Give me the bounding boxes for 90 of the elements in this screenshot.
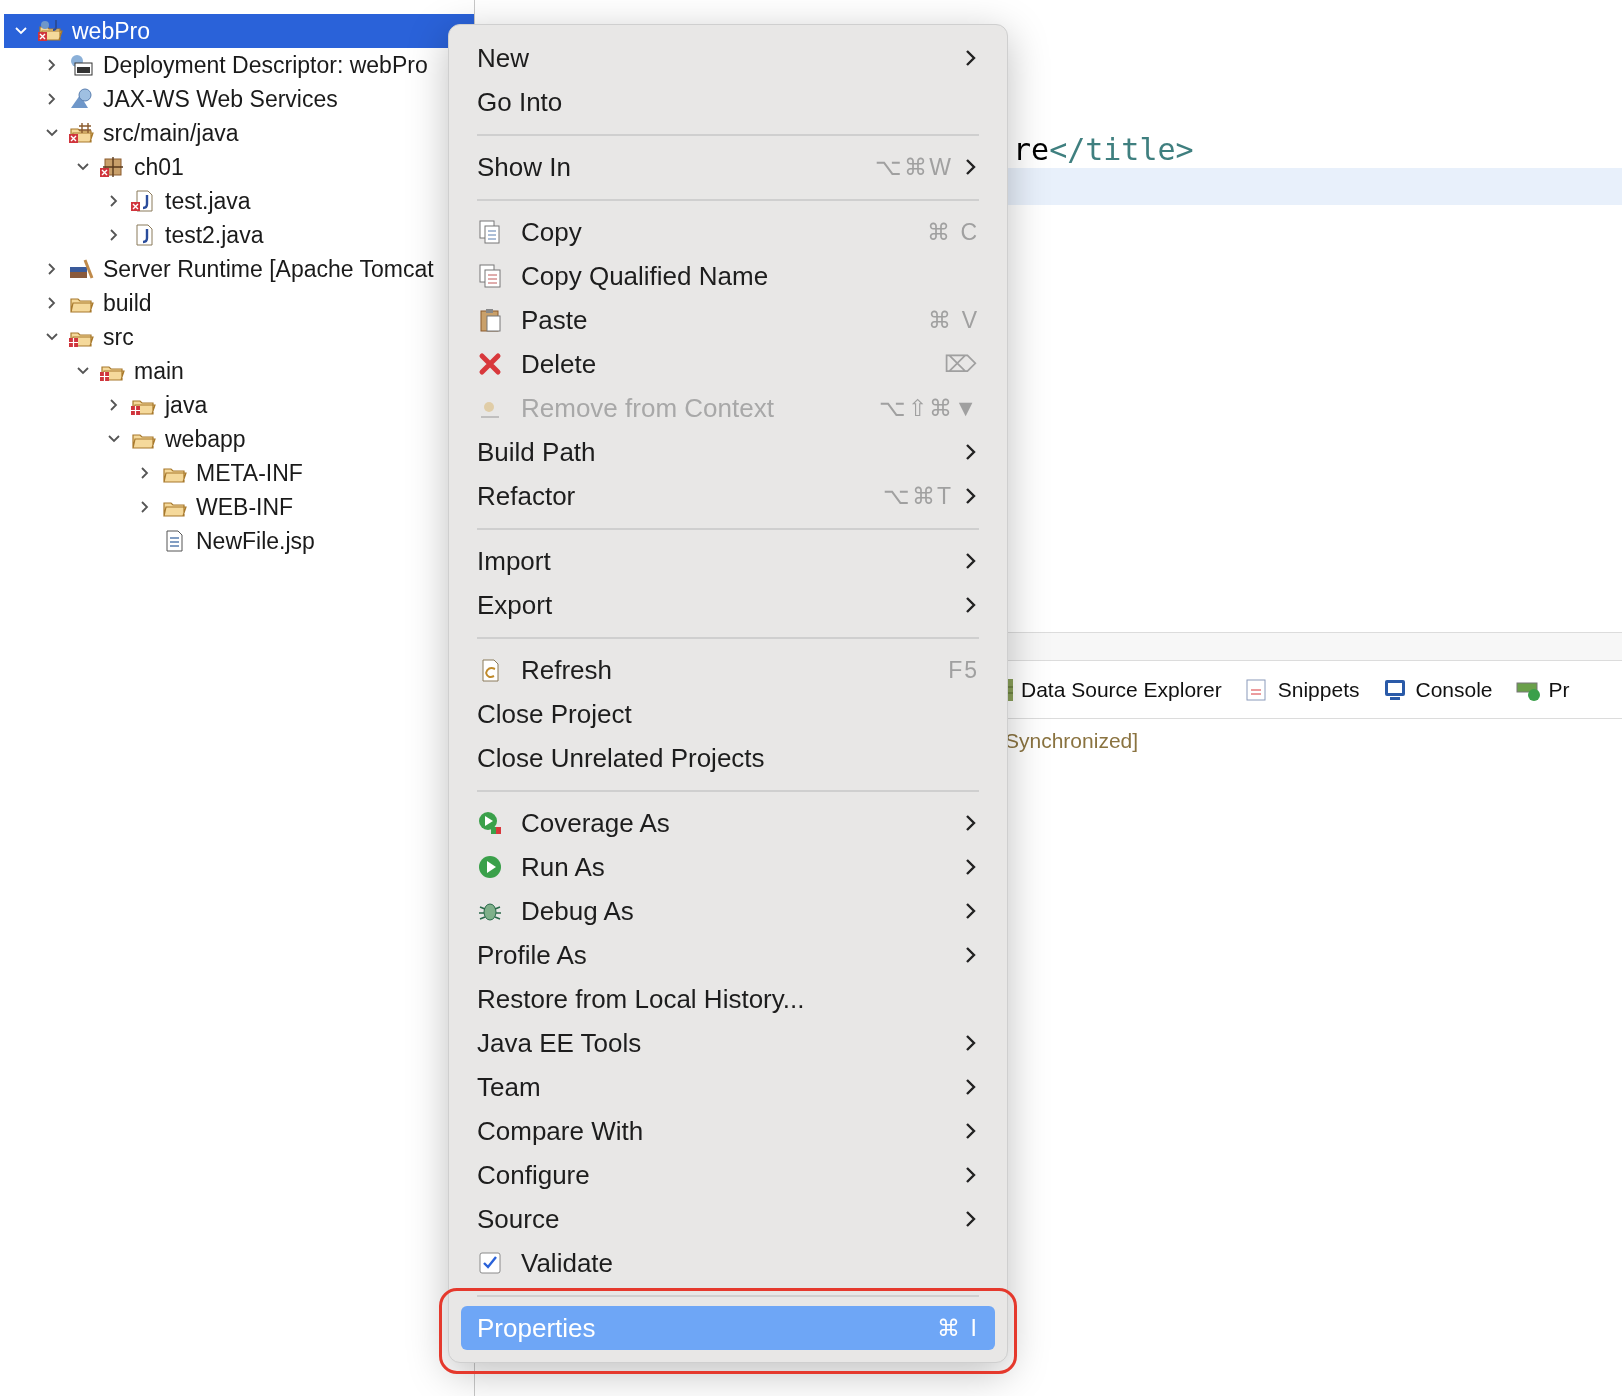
globe-service-icon [68, 87, 94, 111]
menu-item[interactable]: Refresh F5 [461, 648, 995, 692]
menu-item[interactable]: Close Project [461, 692, 995, 736]
menu-item-label: Paste [521, 303, 589, 337]
tab-label: Data Source Explorer [1021, 676, 1222, 703]
menu-item-label: Configure [477, 1158, 591, 1192]
tree-item-label: ch01 [134, 155, 184, 179]
menu-item-label: Source [477, 1202, 561, 1236]
tree-item-label: java [165, 393, 208, 417]
menu-item[interactable]: Coverage As [461, 801, 995, 845]
menu-item[interactable]: Team [461, 1065, 995, 1109]
tab-label: Console [1415, 676, 1493, 703]
menu-item-label: Remove from Context [521, 391, 775, 425]
tree-item-label: test.java [165, 189, 251, 213]
tree-item-label: Server Runtime [Apache Tomcat [103, 257, 434, 281]
menu-item-label: New [477, 41, 530, 75]
shortcut-text: ⌥⌘W [875, 152, 953, 182]
menu-item-label: Team [477, 1070, 542, 1104]
menu-item[interactable]: Debug As [461, 889, 995, 933]
tree-item-label: NewFile.jsp [196, 529, 315, 553]
menu-item[interactable]: Export [461, 583, 995, 627]
menu-item-label: Debug As [521, 894, 635, 928]
package-icon [99, 155, 125, 179]
clipboard-icon [477, 307, 503, 333]
java-file-icon [130, 189, 156, 213]
shortcut-text: ⌘ V [928, 305, 979, 335]
view-tab[interactable]: Pr [1514, 673, 1570, 706]
code-token: </title> [1049, 130, 1194, 169]
menu-item-label: Properties [477, 1311, 597, 1345]
shortcut-text: ⌘ C [927, 217, 979, 247]
menu-item-label: Show In [477, 150, 572, 184]
close-icon [477, 351, 503, 377]
tree-item-label: webPro [72, 19, 150, 43]
menu-item[interactable]: Run As [461, 845, 995, 889]
tree-item-label: webapp [165, 427, 246, 451]
menu-item[interactable]: Configure [461, 1153, 995, 1197]
shortcut-text: ⌥⌘T [882, 481, 953, 511]
copy-icon [477, 219, 503, 245]
menu-item-label: Build Path [477, 435, 597, 469]
play-icon [477, 810, 503, 836]
tab-label: Snippets [1277, 676, 1360, 703]
tree-item-label: src/main/java [103, 121, 239, 145]
tree-item-label: src [103, 325, 134, 349]
tree-item-label: test2.java [165, 223, 264, 247]
menu-item-label: Copy [521, 215, 583, 249]
menu-item-label: Refresh [521, 653, 614, 687]
server-icon [68, 257, 94, 281]
menu-item-label: Validate [521, 1246, 615, 1280]
code-token: re [1013, 130, 1050, 169]
tree-item-label: Deployment Descriptor: webPro [103, 53, 428, 77]
menu-item-label: Close Project [477, 697, 633, 731]
menu-item[interactable]: Profile As [461, 933, 995, 977]
menu-item-label: Compare With [477, 1114, 645, 1148]
menu-item-label: Import [477, 544, 552, 578]
shortcut-text: ⌘ I [937, 1313, 979, 1343]
tab-label: Pr [1548, 676, 1570, 703]
menu-item-label: Delete [521, 347, 598, 381]
tree-item-label: main [134, 359, 184, 383]
menu-item-label: Restore from Local History... [477, 982, 806, 1016]
menu-item-label: Run As [521, 850, 606, 884]
menu-item[interactable]: Validate [461, 1241, 995, 1285]
menu-item-label: Copy Qualified Name [521, 259, 770, 293]
menu-item[interactable]: Close Unrelated Projects [461, 736, 995, 780]
tree-item-label: META-INF [196, 461, 303, 485]
tree-item-label: WEB-INF [196, 495, 294, 519]
menu-item[interactable]: Restore from Local History... [461, 977, 995, 1021]
menu-item[interactable]: Compare With [461, 1109, 995, 1153]
menu-item-label: Refactor [477, 479, 577, 513]
view-tab[interactable]: Snippets [1243, 673, 1360, 706]
status-text: Synchronized] [1005, 729, 1139, 752]
project-folder-icon [37, 19, 63, 43]
tree-item-label: build [103, 291, 152, 315]
view-tab[interactable]: Console [1381, 673, 1493, 706]
shortcut-text: F5 [948, 655, 979, 685]
menu-item-label: Close Unrelated Projects [477, 741, 766, 775]
menu-item-label: Export [477, 588, 554, 622]
menu-item-label: Java EE Tools [477, 1026, 643, 1060]
menu-item[interactable]: Java EE Tools [461, 1021, 995, 1065]
menu-item-label: Coverage As [521, 806, 671, 840]
globe-document-icon [68, 53, 94, 77]
copy-icon [477, 263, 503, 289]
tree-item[interactable]: webPro [4, 14, 474, 48]
menu-item-label: Go Into [477, 85, 564, 119]
package-folder-icon [68, 121, 94, 145]
menu-item-label: Profile As [477, 938, 588, 972]
shortcut-text: ⌦ [944, 349, 979, 379]
play-icon [477, 854, 503, 880]
tree-item-label: JAX-WS Web Services [103, 87, 338, 111]
shortcut-text: ⌥⇧⌘▼ [879, 393, 979, 423]
menu-item[interactable]: Source [461, 1197, 995, 1241]
